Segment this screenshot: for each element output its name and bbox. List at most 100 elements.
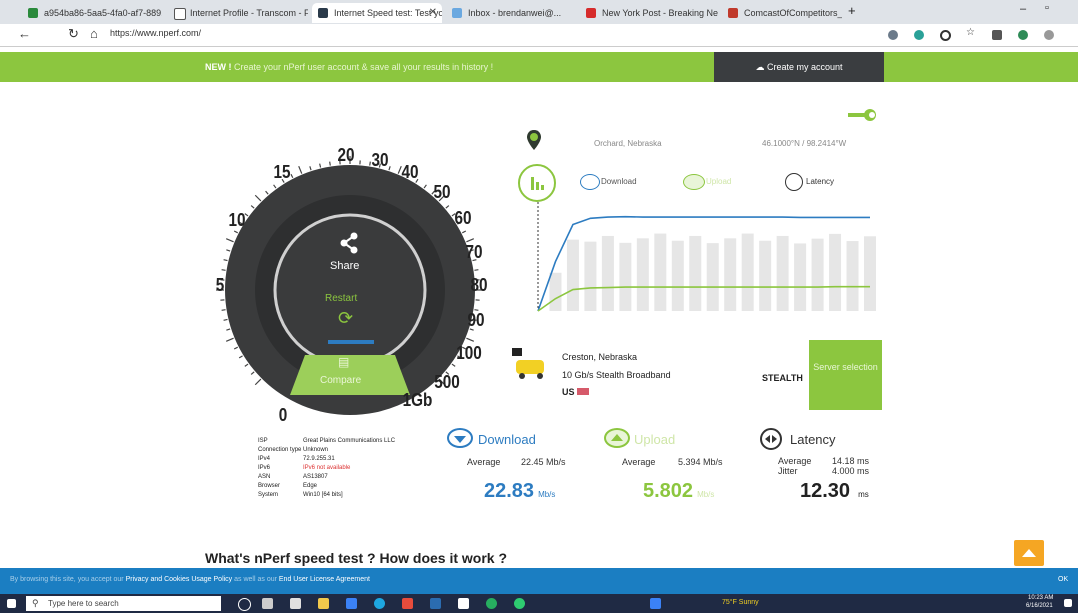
clock-date[interactable]: 6/16/2021 [1026, 603, 1053, 609]
info-value: 72.9.255.31 [303, 456, 335, 462]
back-button[interactable]: ← [18, 26, 31, 41]
app-icon[interactable] [402, 598, 413, 609]
gauge-tick [319, 163, 322, 168]
app-icon[interactable] [346, 598, 357, 609]
browser-tab[interactable]: Inbox - brendanwei@... [446, 3, 576, 23]
legend-download: Download [601, 177, 637, 186]
chart-bar [689, 235, 702, 311]
upload-icon [604, 428, 630, 448]
gauge-tick [273, 184, 277, 189]
server-city: Creston, Nebraska [562, 352, 638, 362]
upload-avg-label: Average [622, 457, 656, 467]
chart-bar [724, 238, 737, 311]
app-icon[interactable] [650, 598, 661, 609]
extension-icon[interactable] [1018, 30, 1028, 40]
compare-button[interactable]: Compare [320, 375, 361, 386]
gauge-label: 1Gb [402, 390, 433, 410]
tab-label: Internet Speed test: Test your i... [334, 8, 442, 18]
privacy-policy-link[interactable]: Privacy and Cookies Usage Policy [126, 576, 233, 583]
cookie-ok-button[interactable]: OK [1058, 576, 1068, 583]
latency-legend-icon[interactable] [785, 173, 803, 191]
taskbar-search[interactable]: ⚲ Type here to search [26, 596, 221, 611]
gauge-tick [223, 259, 228, 262]
tab-favicon-icon [586, 8, 596, 18]
cookie-bar: By browsing this site, you accept our Pr… [0, 568, 1078, 594]
new-tab-button[interactable]: + [848, 3, 856, 18]
favorites-star-icon[interactable]: ☆ [966, 27, 976, 38]
server-selection-button[interactable]: Server selection [809, 340, 882, 410]
gauge-label: 15 [273, 162, 291, 182]
scroll-top-button[interactable] [1014, 540, 1044, 566]
browser-tab[interactable]: a954ba86-5aa5-4fa0-af7-889... [22, 3, 162, 23]
gauge-tick [369, 161, 371, 166]
store-icon[interactable] [290, 598, 301, 609]
gauge-tick [250, 371, 255, 375]
browser-tab-active[interactable]: Internet Speed test: Test your i... ✕ [312, 3, 442, 23]
latency-title: Latency [790, 432, 836, 447]
profile-avatar[interactable] [1044, 30, 1054, 40]
upload-title: Upload [634, 432, 676, 447]
task-view-icon[interactable] [262, 598, 273, 609]
chart-bar [636, 238, 649, 311]
promo-banner: NEW ! Create your nPerf user account & s… [0, 52, 1078, 82]
file-explorer-icon[interactable] [318, 598, 329, 609]
url-field[interactable]: https://www.nperf.com/ [110, 28, 201, 38]
restart-button[interactable]: Restart [325, 293, 357, 304]
notification-icon[interactable] [1064, 599, 1072, 607]
download-legend-icon[interactable] [580, 174, 600, 190]
info-label: Connection type [258, 447, 302, 453]
download-icon [447, 428, 473, 448]
edge-icon[interactable] [374, 598, 385, 609]
app-icon[interactable] [430, 598, 441, 609]
gauge-label: 50 [433, 182, 451, 202]
how-it-works-heading[interactable]: What's nPerf speed test ? How does it wo… [205, 550, 507, 566]
gauge-tick [225, 238, 234, 243]
gauge-tick [244, 363, 249, 367]
close-tab-icon[interactable]: ✕ [429, 3, 437, 23]
latency-unit: ms [858, 490, 869, 499]
browser-tab[interactable]: New York Post - Breaking New... [580, 3, 718, 23]
chart-bar [741, 233, 754, 311]
maximize-icon[interactable]: ▫ [1045, 2, 1049, 14]
extension-icon[interactable] [940, 30, 951, 41]
browser-tab[interactable]: Internet Profile - Transcom - Fi... [168, 3, 308, 23]
collections-icon[interactable] [992, 30, 1002, 40]
restart-icon[interactable]: ⟳ [338, 308, 353, 329]
tab-label: a954ba86-5aa5-4fa0-af7-889... [44, 8, 162, 18]
page-icon [174, 8, 186, 20]
chart-bar [811, 238, 824, 311]
download-avg-label: Average [467, 457, 501, 467]
chart-bar [794, 243, 807, 311]
wrench-icon[interactable] [848, 108, 876, 122]
upload-legend-icon[interactable] [683, 174, 705, 190]
cortana-icon[interactable] [238, 598, 251, 611]
banner-message: Create your nPerf user account & save al… [234, 62, 494, 72]
eula-link[interactable]: End User License Agreement [279, 576, 370, 583]
weather-widget[interactable]: 75°F Sunny [722, 599, 759, 606]
provider-logo: STEALTH [762, 373, 803, 383]
upload-value: 5.802 [643, 480, 694, 502]
extension-icon[interactable] [914, 30, 924, 40]
gmail-icon[interactable] [458, 598, 469, 609]
clock-time[interactable]: 10:23 AM [1028, 595, 1053, 601]
compare-icon: ▤ [338, 355, 350, 369]
taskbar: ⚲ Type here to search 75°F Sunny 10:23 A… [0, 594, 1078, 613]
browser-tab[interactable]: ComcastOfCompetitors_Count... [722, 3, 842, 23]
chart-bar [566, 239, 579, 311]
chart-bar [654, 233, 667, 311]
gauge-tick [225, 337, 234, 342]
windows-start-icon[interactable] [7, 599, 16, 608]
app-icon[interactable] [486, 598, 497, 609]
create-account-button[interactable]: ☁ Create my account [714, 52, 884, 82]
extension-icon[interactable] [888, 30, 898, 40]
banner-text: NEW ! Create your nPerf user account & s… [205, 62, 493, 72]
share-button[interactable]: Share [330, 260, 359, 272]
tab-label: ComcastOfCompetitors_Count... [744, 8, 842, 18]
gauge-label: 40 [401, 162, 419, 182]
share-icon[interactable] [334, 232, 366, 254]
app-icon[interactable] [514, 598, 525, 609]
reload-button[interactable]: ↻ [68, 26, 79, 42]
home-button[interactable]: ⌂ [90, 26, 98, 41]
minimize-icon[interactable]: – [1020, 3, 1026, 15]
chart-bar [864, 236, 876, 311]
